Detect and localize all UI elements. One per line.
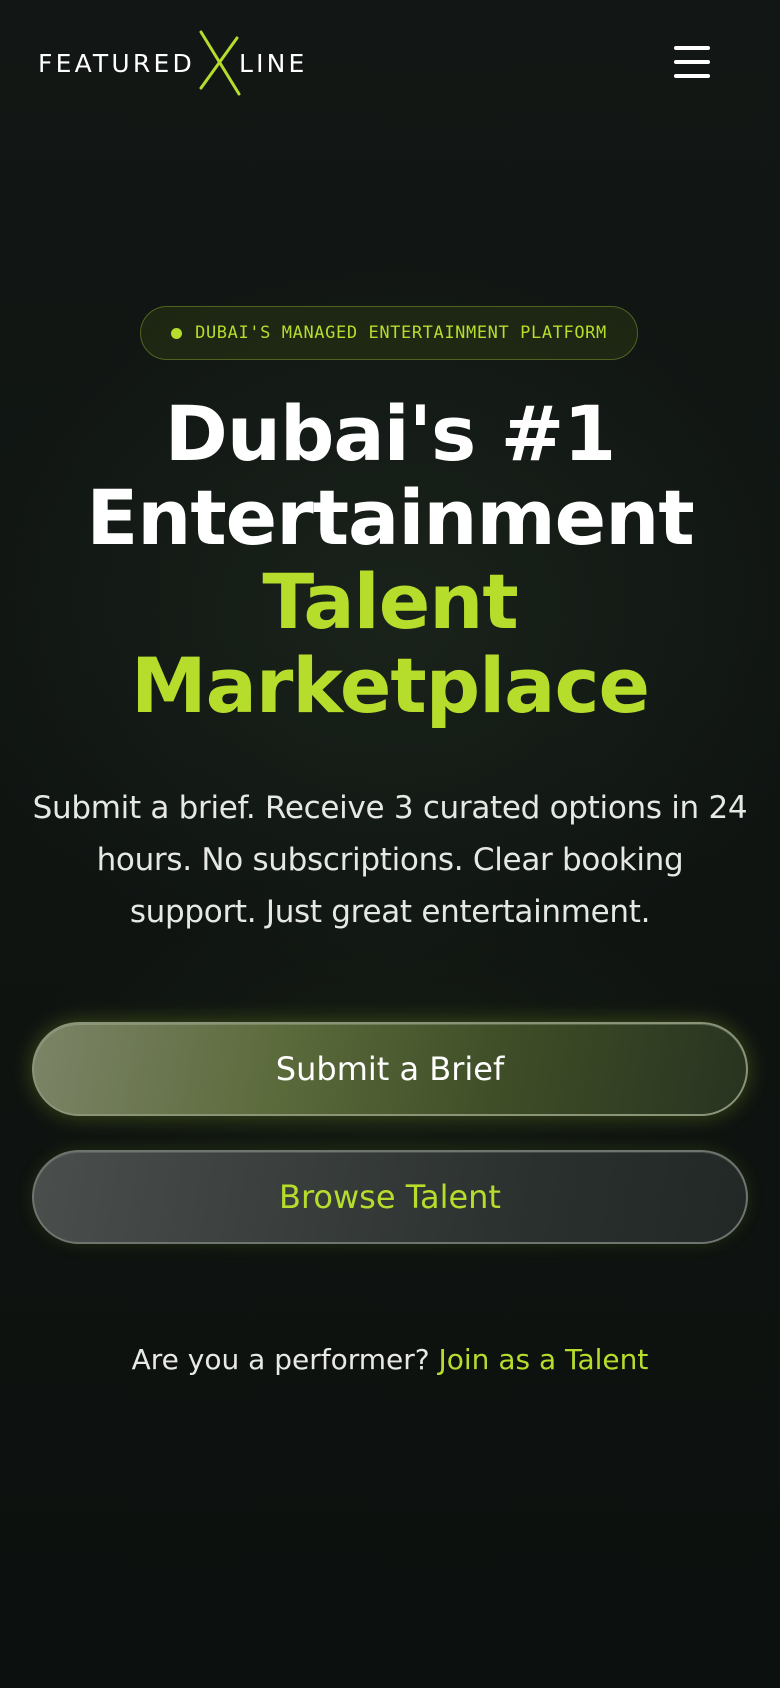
hero-headline: Dubai's #1 Entertainment Talent Marketpl… [0, 392, 780, 728]
browse-talent-button[interactable]: Browse Talent [32, 1150, 748, 1244]
subtitle-line-2: hours. No subscriptions. Clear booking [96, 842, 684, 878]
status-dot-icon [171, 327, 183, 339]
performer-question: Are you a performer? [131, 1343, 430, 1376]
page: FEATURED LINE DUBAI'S MANAGED ENTERTAINM… [0, 0, 780, 1688]
badge-label: DUBAI'S MANAGED ENTERTAINMENT PLATFORM [195, 323, 607, 343]
performer-prompt: Are you a performer? Join as a Talent [0, 1336, 780, 1384]
subtitle-line-3: support. Just great entertainment. [129, 894, 651, 930]
menu-bar [674, 60, 710, 64]
hamburger-menu-icon[interactable] [672, 44, 714, 82]
logo-x-mark-icon [187, 30, 247, 96]
platform-badge: DUBAI'S MANAGED ENTERTAINMENT PLATFORM [140, 306, 638, 360]
menu-bar [674, 46, 710, 50]
featured-line-logo[interactable]: FEATURED LINE [38, 30, 308, 96]
subtitle-line-1: Submit a brief. Receive 3 curated option… [32, 790, 748, 826]
logo-text-right: LINE [238, 48, 308, 78]
headline-line-1: Dubai's #1 [164, 389, 616, 478]
submit-brief-button[interactable]: Submit a Brief [32, 1022, 748, 1116]
headline-line-3: Talent [262, 557, 518, 646]
site-header: FEATURED LINE [0, 0, 780, 130]
hero-subtitle: Submit a brief. Receive 3 curated option… [24, 782, 756, 938]
headline-line-2: Entertainment [86, 473, 694, 562]
logo-text-left: FEATURED [38, 48, 195, 78]
menu-bar [674, 74, 710, 78]
headline-line-4: Marketplace [130, 641, 650, 730]
join-as-talent-link[interactable]: Join as a Talent [439, 1343, 649, 1376]
